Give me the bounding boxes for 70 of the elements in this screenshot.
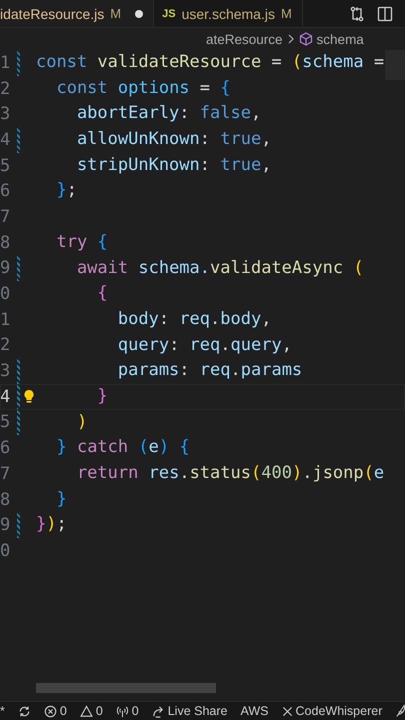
code-line: const options = {: [55, 76, 231, 100]
status-item[interactable]: 0: [44, 704, 67, 718]
code-line: };: [55, 179, 77, 202]
status-item[interactable]: 0: [80, 704, 103, 718]
code-line: stripUnKnown: true,: [76, 154, 272, 177]
change-marker[interactable]: [17, 410, 20, 436]
change-marker[interactable]: [17, 358, 20, 384]
line-number: 5: [0, 156, 12, 176]
code-line: }: [96, 384, 108, 408]
breadcrumb-item[interactable]: schema: [316, 32, 364, 46]
line-number: 0: [0, 540, 12, 561]
editor-tab[interactable]: idateResource.js M: [0, 0, 154, 27]
line-number: 0: [0, 284, 12, 304]
line-number: 2: [0, 78, 12, 99]
compare-changes-icon[interactable]: [349, 6, 365, 22]
code-line: return res.status(400).jsonp(e: [76, 462, 384, 485]
line-number: 4: [0, 386, 12, 407]
change-marker[interactable]: [17, 384, 20, 410]
line-number: 8: [0, 232, 12, 253]
status-item[interactable]: Live Share: [152, 704, 228, 718]
line-number: 2: [0, 335, 12, 356]
line-number: 9: [0, 515, 12, 536]
status-item[interactable]: [18, 704, 31, 718]
feather-icon: [395, 704, 405, 718]
line-number: 9: [0, 258, 12, 278]
code-line: query: req.query,: [116, 334, 292, 357]
share-icon: [152, 704, 165, 718]
line-number: 1: [0, 310, 12, 330]
sync-icon: [18, 704, 31, 718]
warning-icon: [80, 704, 93, 718]
code-line: body: req.body,: [116, 308, 272, 331]
code-line: }: [55, 488, 67, 511]
breadcrumb-item[interactable]: ateResource: [206, 32, 283, 46]
line-number: 7: [0, 206, 12, 227]
code-line: } catch (e) {: [55, 436, 190, 460]
code-line: await schema.validateAsync (: [76, 256, 364, 280]
line-number: 3: [0, 104, 12, 124]
code-line: allowUnKnown: true,: [76, 128, 272, 152]
split-editor-icon[interactable]: [377, 6, 393, 22]
status-item[interactable]: AWS: [240, 704, 269, 718]
line-number: 4: [0, 130, 12, 150]
code-line: {: [96, 282, 108, 306]
status-item[interactable]: [395, 704, 405, 718]
status-item[interactable]: *: [0, 704, 5, 718]
antenna-icon: [116, 704, 129, 718]
close-icon: [282, 706, 293, 716]
line-number: 7: [0, 464, 12, 484]
code-line: abortEarly: false,: [76, 102, 262, 126]
horizontal-scrollbar[interactable]: [36, 683, 216, 693]
change-marker[interactable]: [17, 256, 20, 282]
lightbulb-icon[interactable]: [22, 389, 34, 404]
code-line: const validateResource = (schema =: [36, 51, 384, 74]
line-number: 3: [0, 361, 12, 382]
line-number: 5: [0, 412, 12, 432]
line-number: 1: [0, 52, 12, 73]
change-marker[interactable]: [17, 512, 20, 538]
code-line: params: req.params: [116, 359, 302, 382]
error-icon: [44, 704, 57, 718]
line-number: 6: [0, 438, 12, 458]
line-number: 6: [0, 181, 12, 202]
status-item[interactable]: CodeWhisperer: [282, 704, 382, 718]
status-item[interactable]: 0: [116, 704, 139, 718]
code-line: try {: [55, 230, 108, 254]
code-line: });: [36, 513, 67, 536]
chevron-icon: [286, 34, 295, 44]
change-marker[interactable]: [17, 127, 20, 153]
line-number: 8: [0, 490, 12, 510]
cube-icon: [298, 32, 313, 46]
code-line: ): [76, 410, 88, 434]
change-marker[interactable]: [17, 50, 20, 76]
